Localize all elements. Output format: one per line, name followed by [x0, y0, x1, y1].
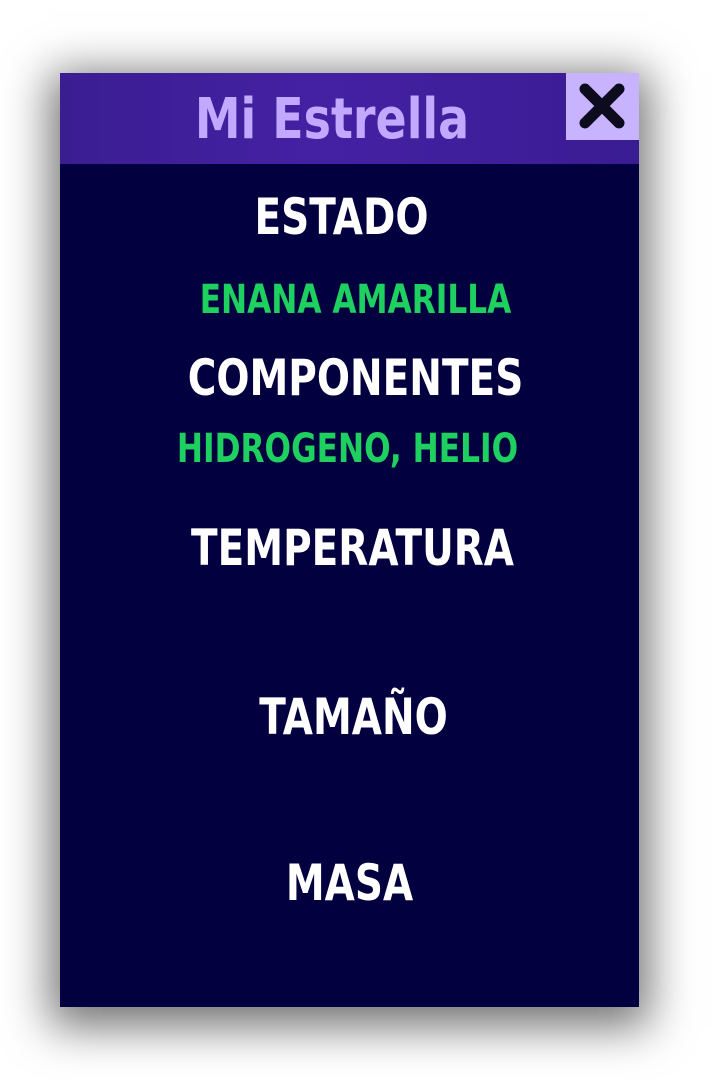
window-title: Mi Estrella — [194, 87, 470, 152]
componentes-value: HIDROGENO, HELIO — [176, 426, 519, 472]
tamano-label: TAMAÑO — [259, 688, 448, 746]
componentes-label: COMPONENTES — [187, 349, 524, 407]
masa-label: MASA — [285, 854, 414, 912]
estado-value: ENANA AMARILLA — [199, 277, 512, 323]
title-bar: Mi Estrella — [60, 73, 639, 164]
close-icon — [579, 83, 625, 129]
close-button[interactable] — [566, 73, 639, 140]
temperatura-label: TEMPERATURA — [191, 519, 514, 577]
star-info-window: Mi Estrella ESTADO ENANA AMARILLA COMPON… — [60, 73, 639, 1007]
estado-label: ESTADO — [254, 188, 429, 246]
star-properties: ESTADO ENANA AMARILLA COMPONENTES HIDROG… — [60, 164, 639, 1007]
